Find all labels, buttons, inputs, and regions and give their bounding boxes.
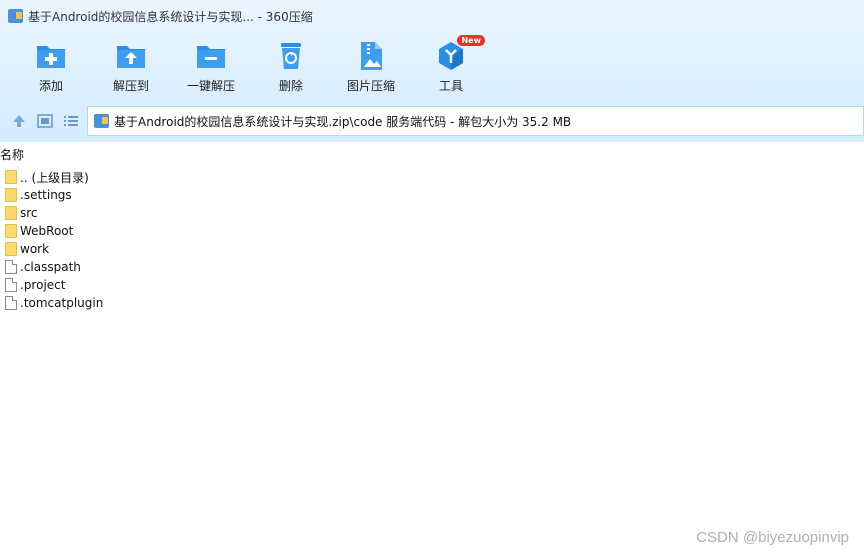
up-arrow-icon[interactable] [11, 113, 27, 129]
add-button[interactable]: 添加 [12, 36, 90, 94]
file-list: .. (上级目录) .settings src WebRoot work .cl… [0, 168, 864, 312]
folder-icon [5, 224, 17, 238]
list-item[interactable]: src [0, 204, 864, 222]
path-field[interactable]: 基于Android的校园信息系统设计与实现.zip\code 服务端代码 - 解… [87, 106, 864, 136]
tools-button[interactable]: New 工具 [412, 35, 490, 94]
archive-icon [94, 114, 109, 128]
image-compress-button[interactable]: 图片压缩 [332, 36, 410, 94]
title-bar: 基于Android的校园信息系统设计与实现... - 360压缩 [0, 0, 864, 32]
file-icon [5, 296, 17, 310]
app-icon [8, 9, 23, 23]
path-text: 基于Android的校园信息系统设计与实现.zip\code 服务端代码 - 解… [114, 114, 572, 129]
list-item[interactable]: .settings [0, 186, 864, 204]
file-icon [5, 260, 17, 274]
folder-icon [5, 188, 17, 202]
watermark: CSDN @biyezuopinvip [696, 529, 849, 546]
list-item[interactable]: .project [0, 276, 864, 294]
add-icon [35, 40, 67, 72]
extract-to-button[interactable]: 解压到 [92, 36, 170, 94]
thumbnail-view-icon[interactable] [37, 113, 53, 129]
header: 基于Android的校园信息系统设计与实现... - 360压缩 添加 解压到 … [0, 0, 864, 142]
one-click-extract-icon [195, 40, 227, 72]
list-item[interactable]: work [0, 240, 864, 258]
list-item[interactable]: .classpath [0, 258, 864, 276]
one-click-extract-button[interactable]: 一键解压 [172, 36, 250, 94]
folder-icon [5, 242, 17, 256]
list-item[interactable]: WebRoot [0, 222, 864, 240]
folder-icon [5, 206, 17, 220]
address-bar: 基于Android的校园信息系统设计与实现.zip\code 服务端代码 - 解… [0, 104, 864, 138]
new-badge: New [457, 35, 485, 46]
list-view-icon[interactable] [63, 113, 79, 129]
delete-button[interactable]: 删除 [252, 36, 330, 94]
extract-to-icon [115, 40, 147, 72]
file-icon [5, 278, 17, 292]
delete-icon [275, 40, 307, 72]
column-header-name[interactable]: 名称 [0, 146, 24, 164]
image-compress-icon [355, 40, 387, 72]
folder-icon [5, 170, 17, 184]
list-item[interactable]: .. (上级目录) [0, 168, 864, 186]
list-item[interactable]: .tomcatplugin [0, 294, 864, 312]
window-title: 基于Android的校园信息系统设计与实现... - 360压缩 [28, 9, 313, 24]
tools-icon: New [435, 35, 485, 72]
toolbar: 添加 解压到 一键解压 删除 图片压缩 New 工具 [0, 35, 864, 98]
